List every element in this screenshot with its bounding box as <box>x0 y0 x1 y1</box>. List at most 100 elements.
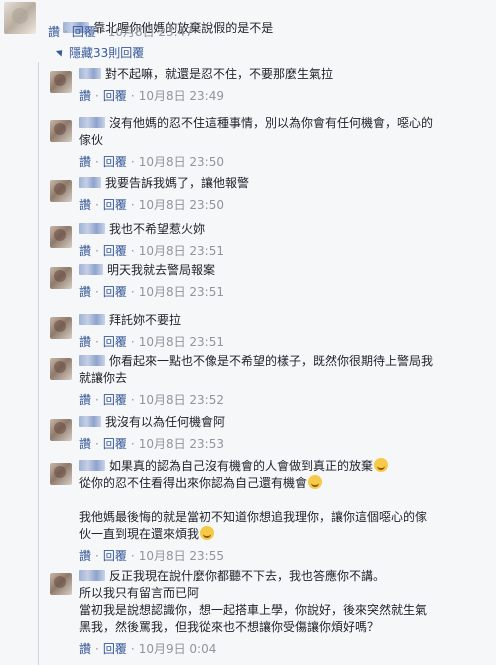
like-link[interactable]: 讚 <box>79 549 91 563</box>
commenter-name[interactable] <box>79 460 105 471</box>
reply-actions: 讚 · 回覆 · 10月8日 23:55 <box>79 547 224 564</box>
commenter-name[interactable] <box>79 314 105 325</box>
reply-actions: 讚 · 回覆 · 10月8日 23:51 <box>79 242 224 259</box>
reply-link[interactable]: 回覆 <box>103 198 127 212</box>
like-link[interactable]: 讚 <box>79 155 91 169</box>
avatar[interactable] <box>50 573 72 595</box>
reply-body: 我沒有以為任何機會阿 <box>79 414 225 431</box>
timestamp[interactable]: 10月8日 23:52 <box>139 393 224 407</box>
reply-link[interactable]: 回覆 <box>103 642 127 656</box>
avatar[interactable] <box>50 267 72 289</box>
reply-actions: 讚 · 回覆 · 10月8日 23:50 <box>79 153 224 170</box>
timestamp[interactable]: 10月8日 23:51 <box>139 335 224 349</box>
reply-body: 你看起來一點也不像是不希望的樣子，既然你很期待上警局我就讓你去 <box>79 353 433 387</box>
reply-text: 所以我只有留言而已阿 <box>79 586 200 600</box>
reply-text: 黑我，然後罵我，但我從來也不想讓你受傷讓你煩好嗎？ <box>79 620 380 634</box>
reply-text: 對不起嘛，就還是忍不住，不要那麼生氣拉 <box>105 67 334 81</box>
commenter-name[interactable] <box>79 416 101 427</box>
separator-dot: · <box>130 89 135 103</box>
separator-dot: · <box>130 198 135 212</box>
commenter-name[interactable] <box>79 177 101 188</box>
reply-link[interactable]: 回覆 <box>72 25 96 39</box>
commenter-name[interactable] <box>79 355 105 366</box>
reply-body: 沒有他媽的忍不住這種事情，別以為你會有任何機會，噁心的 傢伙 <box>79 115 433 149</box>
reply-body: 反正我現在說什麼你都聽不下去，我也答應你不講。 所以我只有留言而已阿 當初我是說想認… <box>79 568 427 636</box>
avatar[interactable] <box>50 226 72 248</box>
reply-text: 就讓你去 <box>79 371 128 385</box>
like-link[interactable]: 讚 <box>79 198 91 212</box>
avatar[interactable] <box>50 463 72 485</box>
reply-body: 如果真的認為自己沒有機會的人會做到真正的放棄 從你的忍不住看得出來你認為自己還有機… <box>79 458 427 543</box>
like-link[interactable]: 讚 <box>48 25 60 39</box>
separator-dot: · <box>130 437 135 451</box>
reply-actions: 讚 · 回覆 · 10月8日 23:50 <box>79 196 224 213</box>
reply-text: 明天我就去警局報案 <box>107 263 216 277</box>
reply-link[interactable]: 回覆 <box>103 244 127 258</box>
reply-link[interactable]: 回覆 <box>103 285 127 299</box>
timestamp[interactable]: 10月8日 23:50 <box>139 155 224 169</box>
like-link[interactable]: 讚 <box>79 89 91 103</box>
commenter-name[interactable] <box>79 223 105 234</box>
separator-dot: · <box>95 244 99 258</box>
commenter-name[interactable] <box>79 117 105 128</box>
smile-emoji-icon <box>308 475 323 489</box>
separator-dot: · <box>95 198 99 212</box>
timestamp[interactable]: 10月8日 23:47 <box>108 25 193 39</box>
like-link[interactable]: 讚 <box>79 437 91 451</box>
timestamp[interactable]: 10月8日 23:51 <box>139 244 224 258</box>
thread-line <box>38 62 39 665</box>
comment-actions: 讚 · 回覆 · 10月8日 23:47 <box>48 25 193 39</box>
separator-dot: · <box>130 285 135 299</box>
avatar[interactable] <box>50 358 72 380</box>
reply-actions: 讚 · 回覆 · 10月8日 23:53 <box>79 435 224 452</box>
timestamp[interactable]: 10月8日 23:49 <box>139 89 224 103</box>
reply-body: 我也不希望惹火妳 <box>79 221 205 238</box>
timestamp[interactable]: 10月8日 23:53 <box>139 437 224 451</box>
commenter-name[interactable] <box>79 68 101 79</box>
commenter-name[interactable] <box>79 570 105 581</box>
like-link[interactable]: 讚 <box>79 393 91 407</box>
reply-link[interactable]: 回覆 <box>103 393 127 407</box>
avatar[interactable] <box>50 180 72 202</box>
reply-link[interactable]: 回覆 <box>103 549 127 563</box>
reply-actions: 讚 · 回覆 · 10月8日 23:49 <box>79 87 224 104</box>
reply-text: 沒有他媽的忍不住這種事情，別以為你會有任何機會，噁心的 <box>109 116 434 130</box>
reply-text: 我要告訴我媽了，讓他報警 <box>105 176 250 190</box>
smile-emoji-icon <box>200 526 215 540</box>
separator-dot: · <box>130 335 135 349</box>
reply-text: 拜託妳不要拉 <box>109 313 182 327</box>
reply-actions: 讚 · 回覆 · 10月8日 23:51 <box>79 283 224 300</box>
hidden-replies-label: 隱藏33則回覆 <box>69 46 145 60</box>
reply-text: 如果真的認為自己沒有機會的人會做到真正的放棄 <box>109 459 374 473</box>
reply-text: 我他媽最後悔的就是當初不知道你想追我理你，讓你這個噁心的傢 <box>79 510 428 524</box>
avatar[interactable] <box>50 419 72 441</box>
like-link[interactable]: 讚 <box>79 335 91 349</box>
reply-body: 我要告訴我媽了，讓他報警 <box>79 175 249 192</box>
reply-link[interactable]: 回覆 <box>103 89 127 103</box>
reply-link[interactable]: 回覆 <box>103 155 127 169</box>
reply-text: 伙一直到現在還來煩我 <box>79 527 200 541</box>
timestamp[interactable]: 10月8日 23:51 <box>139 285 224 299</box>
avatar[interactable] <box>50 120 72 142</box>
reply-body: 明天我就去警局報案 <box>79 262 215 279</box>
reply-text: 反正我現在說什麼你都聽不下去，我也答應你不講。 <box>109 569 386 583</box>
like-link[interactable]: 讚 <box>79 244 91 258</box>
timestamp[interactable]: 10月9日 0:04 <box>139 642 217 656</box>
collapse-arrow-icon <box>55 47 66 57</box>
avatar[interactable] <box>50 317 72 339</box>
commenter-name[interactable] <box>79 264 103 275</box>
like-link[interactable]: 讚 <box>79 285 91 299</box>
like-link[interactable]: 讚 <box>79 642 91 656</box>
reply-text: 我沒有以為任何機會阿 <box>105 415 226 429</box>
reply-link[interactable]: 回覆 <box>103 335 127 349</box>
separator-dot: · <box>95 393 99 407</box>
reply-link[interactable]: 回覆 <box>103 437 127 451</box>
reply-text: 你看起來一點也不像是不希望的樣子，既然你很期待上警局我 <box>109 354 434 368</box>
timestamp[interactable]: 10月8日 23:55 <box>139 549 224 563</box>
reply-actions: 讚 · 回覆 · 10月8日 23:51 <box>79 333 224 350</box>
separator-dot: · <box>95 642 99 656</box>
timestamp[interactable]: 10月8日 23:50 <box>139 198 224 212</box>
avatar[interactable] <box>4 2 36 34</box>
avatar[interactable] <box>50 71 72 93</box>
hidden-replies-toggle[interactable]: 隱藏33則回覆 <box>55 44 145 61</box>
